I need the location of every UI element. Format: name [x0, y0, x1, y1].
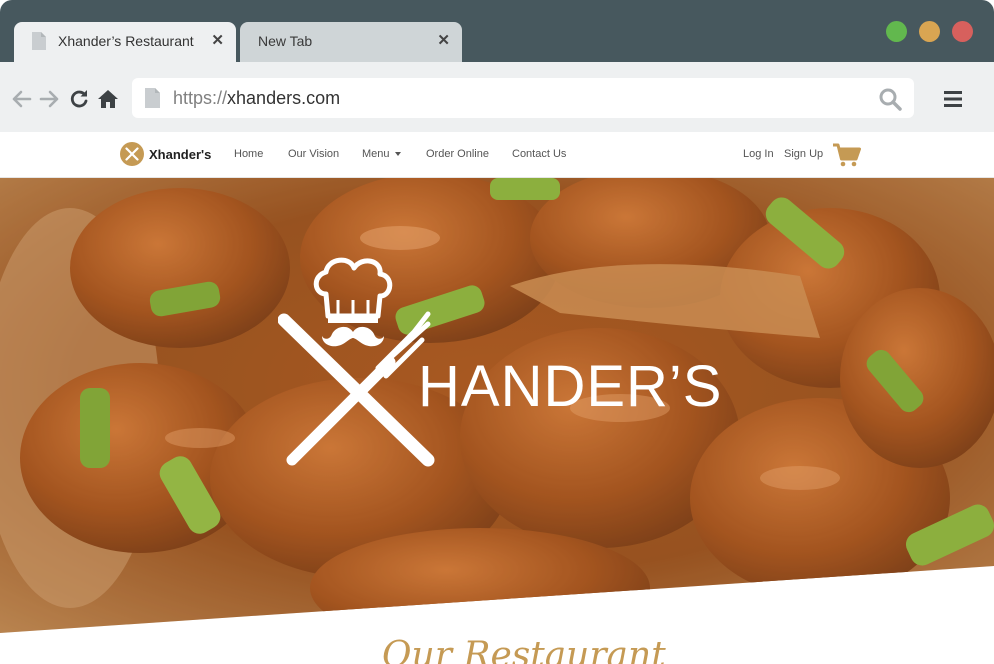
- reload-icon[interactable]: [68, 88, 90, 110]
- brand-name[interactable]: Xhander's: [149, 147, 211, 162]
- chevron-down-icon: [394, 152, 401, 157]
- tab-close-icon[interactable]: ✕: [437, 33, 450, 48]
- nav-home-link[interactable]: Home: [234, 148, 263, 160]
- signup-link[interactable]: Sign Up: [784, 148, 823, 160]
- home-icon[interactable]: [97, 88, 119, 110]
- cart-icon[interactable]: [833, 143, 861, 167]
- section-title: Our Restaurant: [382, 635, 666, 664]
- tab-title: New Tab: [258, 33, 313, 49]
- login-link[interactable]: Log In: [743, 148, 774, 160]
- tab-title: Xhander’s Restaurant: [58, 33, 194, 49]
- back-icon[interactable]: [10, 88, 32, 110]
- tab-new-tab[interactable]: New Tab ✕: [240, 22, 462, 62]
- tab-close-icon[interactable]: ✕: [211, 33, 224, 48]
- nav-menu-dropdown[interactable]: Menu: [362, 148, 401, 160]
- address-bar[interactable]: https://xhanders.com: [132, 78, 914, 118]
- url-host: xhanders.com: [227, 88, 341, 108]
- nav-menu-label: Menu: [362, 148, 390, 160]
- nav-order-link[interactable]: Order Online: [426, 148, 489, 160]
- window-maximize-button[interactable]: [886, 21, 907, 42]
- hero-title: HANDER’S: [418, 354, 723, 419]
- forward-icon[interactable]: [39, 88, 61, 110]
- url-text[interactable]: https://xhanders.com: [173, 88, 340, 109]
- nav-vision-link[interactable]: Our Vision: [288, 148, 339, 160]
- window-close-button[interactable]: [952, 21, 973, 42]
- page-icon: [32, 32, 46, 50]
- brand-logo-icon[interactable]: [120, 142, 144, 166]
- page-icon: [145, 88, 160, 108]
- nav-contact-link[interactable]: Contact Us: [512, 148, 566, 160]
- browser-titlebar: Xhander’s Restaurant ✕ New Tab ✕: [0, 0, 994, 62]
- window-minimize-button[interactable]: [919, 21, 940, 42]
- search-icon[interactable]: [878, 87, 902, 111]
- site-navbar: Xhander's Home Our Vision Menu Order Onl…: [0, 132, 994, 178]
- menu-icon[interactable]: [944, 91, 962, 107]
- tab-xhanders-restaurant[interactable]: Xhander’s Restaurant ✕: [14, 22, 236, 62]
- chef-hat-logo-icon: [278, 257, 435, 467]
- url-protocol: https://: [173, 88, 228, 108]
